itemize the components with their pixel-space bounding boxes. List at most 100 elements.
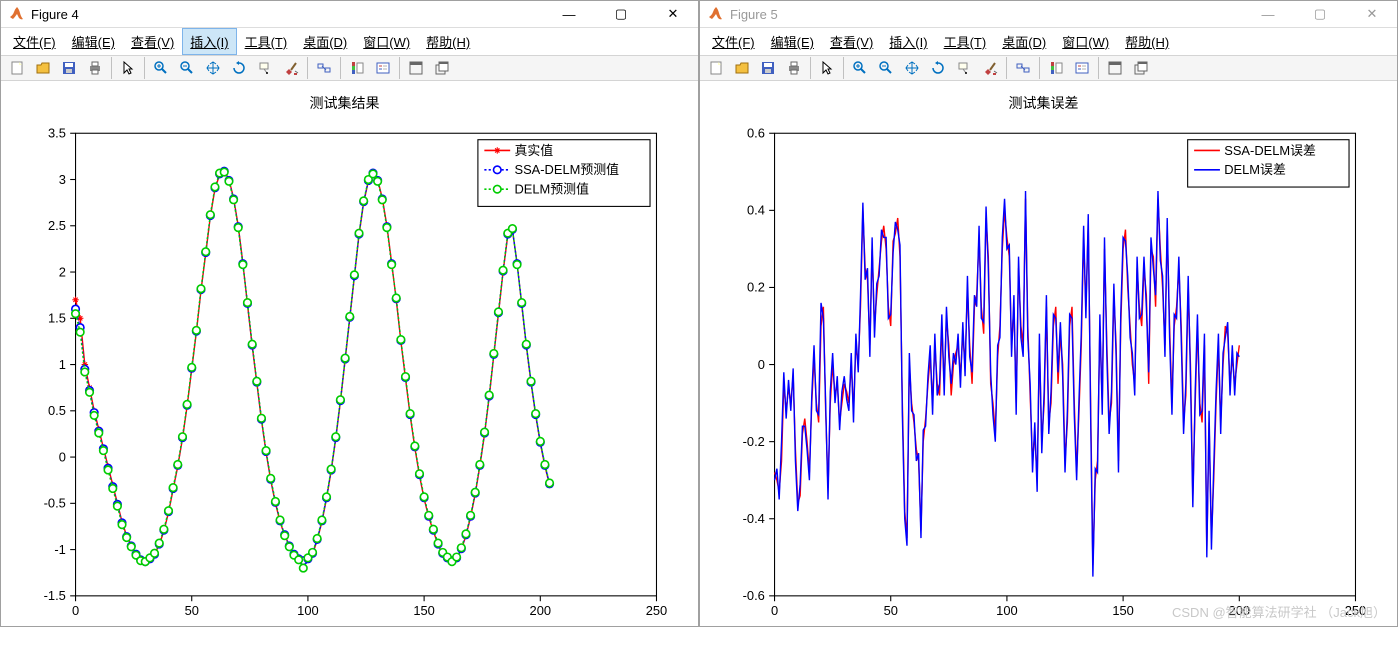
menu-tools[interactable]: 工具(T) bbox=[237, 28, 296, 55]
svg-text:SSA-DELM误差: SSA-DELM误差 bbox=[1224, 143, 1316, 158]
chart-svg: 050100150200250-0.6-0.4-0.200.20.40.6SSA… bbox=[710, 117, 1377, 644]
menu-help[interactable]: 帮助(H) bbox=[1117, 28, 1177, 55]
svg-text:SSA-DELM预测值: SSA-DELM预测值 bbox=[514, 162, 619, 177]
svg-text:-1.5: -1.5 bbox=[44, 588, 66, 603]
print-icon[interactable] bbox=[83, 56, 107, 80]
svg-text:2.5: 2.5 bbox=[48, 218, 66, 233]
svg-text:0.2: 0.2 bbox=[747, 280, 765, 295]
menu-file[interactable]: 文件(F) bbox=[5, 28, 64, 55]
datatip-icon[interactable] bbox=[952, 56, 976, 80]
link-icon[interactable] bbox=[1011, 56, 1035, 80]
dock-icon[interactable] bbox=[1103, 56, 1127, 80]
legend-icon[interactable] bbox=[371, 56, 395, 80]
save-icon[interactable] bbox=[756, 56, 780, 80]
svg-text:DELM预测值: DELM预测值 bbox=[514, 181, 589, 196]
menu-insert[interactable]: 插入(I) bbox=[182, 28, 236, 55]
undock-icon[interactable] bbox=[1129, 56, 1153, 80]
legend-icon[interactable] bbox=[1070, 56, 1094, 80]
zoom-out-icon[interactable] bbox=[874, 56, 898, 80]
dock-icon[interactable] bbox=[404, 56, 428, 80]
maximize-button[interactable]: ▢ bbox=[604, 1, 638, 27]
save-icon[interactable] bbox=[57, 56, 81, 80]
svg-text:0: 0 bbox=[758, 357, 765, 372]
toolbar-separator bbox=[399, 57, 400, 79]
menu-file[interactable]: 文件(F) bbox=[704, 28, 763, 55]
rotate-icon[interactable] bbox=[227, 56, 251, 80]
svg-text:3.5: 3.5 bbox=[48, 126, 66, 141]
titlebar[interactable]: Figure 4 — ▢ ✕ bbox=[1, 1, 698, 28]
matlab-icon bbox=[9, 6, 25, 22]
pan-icon[interactable] bbox=[201, 56, 225, 80]
figure-window: Figure 4 — ▢ ✕ 文件(F) 编辑(E) 查看(V) 插入(I) 工… bbox=[0, 0, 699, 627]
menu-tools[interactable]: 工具(T) bbox=[936, 28, 995, 55]
svg-text:0: 0 bbox=[771, 603, 778, 618]
new-icon[interactable] bbox=[5, 56, 29, 80]
brush-icon[interactable] bbox=[279, 56, 303, 80]
menu-window[interactable]: 窗口(W) bbox=[355, 28, 418, 55]
print-icon[interactable] bbox=[782, 56, 806, 80]
pointer-icon[interactable] bbox=[116, 56, 140, 80]
toolbar-separator bbox=[1039, 57, 1040, 79]
window-title: Figure 4 bbox=[31, 7, 552, 22]
minimize-button[interactable]: — bbox=[1251, 1, 1285, 27]
menubar: 文件(F) 编辑(E) 查看(V) 插入(I) 工具(T) 桌面(D) 窗口(W… bbox=[700, 28, 1397, 56]
brush-icon[interactable] bbox=[978, 56, 1002, 80]
menu-edit[interactable]: 编辑(E) bbox=[763, 28, 822, 55]
menu-desktop[interactable]: 桌面(D) bbox=[295, 28, 355, 55]
minimize-button[interactable]: — bbox=[552, 1, 586, 27]
chart-title: 测试集结果 bbox=[11, 93, 678, 113]
menu-help[interactable]: 帮助(H) bbox=[418, 28, 478, 55]
colorbar-icon[interactable] bbox=[1044, 56, 1068, 80]
svg-text:50: 50 bbox=[884, 603, 898, 618]
colorbar-icon[interactable] bbox=[345, 56, 369, 80]
svg-text:2: 2 bbox=[59, 264, 66, 279]
menu-edit[interactable]: 编辑(E) bbox=[64, 28, 123, 55]
svg-text:250: 250 bbox=[646, 603, 668, 618]
menu-view[interactable]: 查看(V) bbox=[822, 28, 881, 55]
zoom-out-icon[interactable] bbox=[175, 56, 199, 80]
maximize-button[interactable]: ▢ bbox=[1303, 1, 1337, 27]
zoom-in-icon[interactable] bbox=[149, 56, 173, 80]
toolbar bbox=[700, 56, 1397, 81]
svg-text:0.6: 0.6 bbox=[747, 126, 765, 141]
pan-icon[interactable] bbox=[900, 56, 924, 80]
datatip-icon[interactable] bbox=[253, 56, 277, 80]
plot-area: 测试集误差 050100150200250-0.6-0.4-0.200.20.4… bbox=[700, 81, 1397, 658]
chart-title: 测试集误差 bbox=[710, 93, 1377, 113]
svg-text:0: 0 bbox=[59, 449, 66, 464]
rotate-icon[interactable] bbox=[926, 56, 950, 80]
svg-text:-0.2: -0.2 bbox=[743, 434, 765, 449]
toolbar-separator bbox=[340, 57, 341, 79]
toolbar bbox=[1, 56, 698, 81]
toolbar-separator bbox=[843, 57, 844, 79]
svg-text:-0.4: -0.4 bbox=[743, 511, 765, 526]
link-icon[interactable] bbox=[312, 56, 336, 80]
svg-text:250: 250 bbox=[1345, 603, 1367, 618]
chart-svg: 050100150200250-1.5-1-0.500.511.522.533.… bbox=[11, 117, 678, 644]
svg-text:50: 50 bbox=[185, 603, 199, 618]
menu-view[interactable]: 查看(V) bbox=[123, 28, 182, 55]
open-icon[interactable] bbox=[31, 56, 55, 80]
undock-icon[interactable] bbox=[430, 56, 454, 80]
pointer-icon[interactable] bbox=[815, 56, 839, 80]
svg-text:150: 150 bbox=[1112, 603, 1134, 618]
titlebar[interactable]: Figure 5 — ▢ ✕ bbox=[700, 1, 1397, 28]
toolbar-separator bbox=[307, 57, 308, 79]
svg-text:1.5: 1.5 bbox=[48, 311, 66, 326]
toolbar-separator bbox=[1098, 57, 1099, 79]
menu-insert[interactable]: 插入(I) bbox=[881, 28, 935, 55]
menu-desktop[interactable]: 桌面(D) bbox=[994, 28, 1054, 55]
svg-text:150: 150 bbox=[413, 603, 435, 618]
zoom-in-icon[interactable] bbox=[848, 56, 872, 80]
open-icon[interactable] bbox=[730, 56, 754, 80]
menubar: 文件(F) 编辑(E) 查看(V) 插入(I) 工具(T) 桌面(D) 窗口(W… bbox=[1, 28, 698, 56]
new-icon[interactable] bbox=[704, 56, 728, 80]
svg-text:真实值: 真实值 bbox=[514, 143, 553, 158]
svg-text:DELM误差: DELM误差 bbox=[1224, 162, 1286, 177]
svg-text:-1: -1 bbox=[54, 542, 65, 557]
close-button[interactable]: ✕ bbox=[1355, 1, 1389, 27]
svg-text:100: 100 bbox=[297, 603, 319, 618]
close-button[interactable]: ✕ bbox=[656, 1, 690, 27]
svg-text:200: 200 bbox=[530, 603, 552, 618]
menu-window[interactable]: 窗口(W) bbox=[1054, 28, 1117, 55]
